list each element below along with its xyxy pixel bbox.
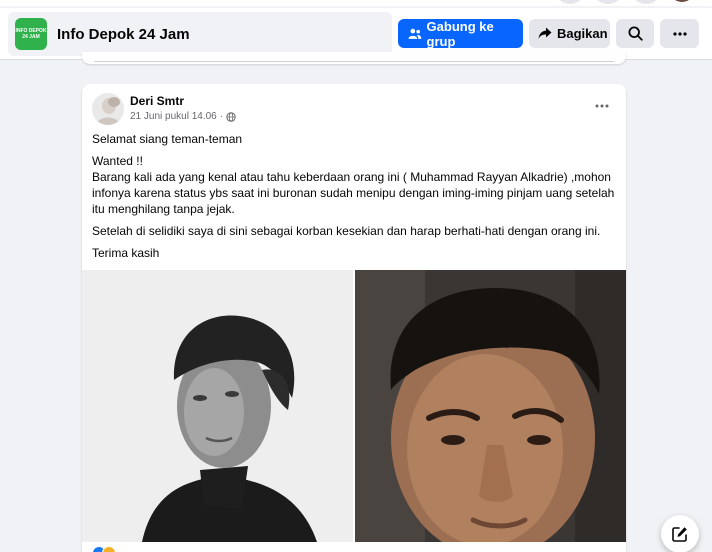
more-horizontal-icon xyxy=(595,104,609,108)
search-button[interactable] xyxy=(616,19,654,48)
search-icon xyxy=(627,26,643,41)
group-logo: INFO DEPOK 24 JAM xyxy=(15,18,47,50)
group-name[interactable]: Info Depok 24 Jam xyxy=(57,26,190,43)
post-card: Deri Smtr 21 Juni pukul 14.06 · Selamat … xyxy=(82,84,626,552)
previous-card xyxy=(82,52,626,64)
post-text-warning: Setelah di selidiki saya di sini sebagai… xyxy=(92,224,601,238)
post-photo[interactable] xyxy=(82,270,353,542)
globe-icon xyxy=(226,111,236,122)
compose-icon xyxy=(672,527,687,542)
post-options-button[interactable] xyxy=(590,96,614,116)
notifications-button[interactable] xyxy=(594,0,622,4)
reaction-summary[interactable]: ▲ • xyxy=(92,546,116,552)
post-text-closing: Terima kasih xyxy=(92,246,160,260)
separator-dot: · xyxy=(219,111,224,122)
join-group-button[interactable]: Gabung ke grup xyxy=(398,18,523,49)
share-button[interactable]: Bagikan xyxy=(529,19,610,48)
author-avatar[interactable] xyxy=(92,93,124,125)
post-text-greeting: Selamat siang teman-teman xyxy=(92,132,243,146)
post-meta: 21 Juni pukul 14.06 · xyxy=(130,111,236,122)
more-horizontal-icon xyxy=(672,31,687,36)
author-name[interactable]: Deri Smtr xyxy=(130,94,184,108)
new-message-button[interactable] xyxy=(661,515,699,552)
group-more-button[interactable] xyxy=(660,19,699,48)
post-text-body: Barang kali ada yang kenal atau tahu keb… xyxy=(92,170,615,216)
menu-button[interactable] xyxy=(632,0,660,4)
share-icon xyxy=(538,27,552,39)
post-photo[interactable] xyxy=(355,270,626,542)
join-group-label: Gabung ke grup xyxy=(426,18,494,49)
profile-avatar[interactable] xyxy=(668,0,696,4)
sad-reaction-icon: • xyxy=(102,546,116,552)
messenger-button[interactable] xyxy=(556,0,584,4)
group-logo-text: INFO DEPOK 24 JAM xyxy=(15,28,47,40)
people-icon xyxy=(408,28,422,39)
global-header-remnant xyxy=(0,0,712,6)
divider xyxy=(94,61,614,62)
group-title-area[interactable]: INFO DEPOK 24 JAM Info Depok 24 Jam xyxy=(8,12,392,56)
share-label: Bagikan xyxy=(557,26,608,41)
post-timestamp[interactable]: 21 Juni pukul 14.06 xyxy=(130,111,217,122)
post-text-wanted: Wanted !! xyxy=(92,154,143,168)
